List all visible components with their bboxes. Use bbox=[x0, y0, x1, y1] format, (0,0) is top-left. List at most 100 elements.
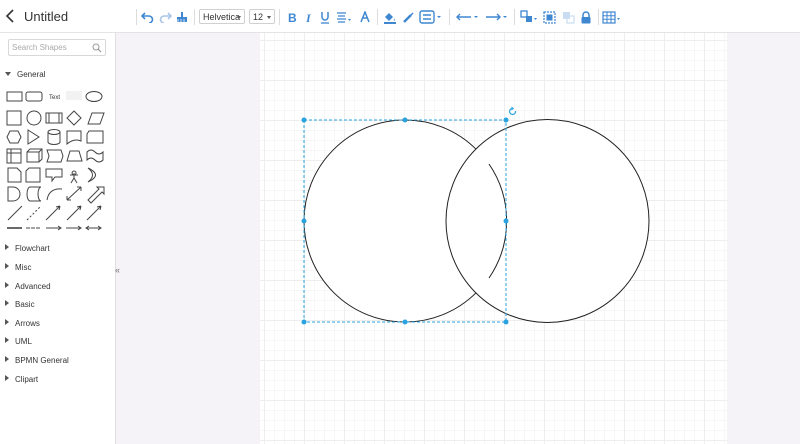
resize-handle-w[interactable] bbox=[301, 218, 307, 224]
arrow-end-icon[interactable] bbox=[484, 7, 508, 27]
line-style-icon[interactable] bbox=[419, 7, 443, 27]
palette-arrow[interactable] bbox=[45, 205, 61, 221]
bold-icon[interactable]: B bbox=[285, 7, 299, 27]
font-size-value: 12 bbox=[253, 12, 264, 22]
resize-handle-sw[interactable] bbox=[301, 319, 307, 325]
palette-dashed-line[interactable] bbox=[26, 205, 42, 221]
category-clipart[interactable]: Clipart bbox=[5, 375, 38, 384]
font-size-select[interactable]: 12 bbox=[249, 9, 275, 24]
search-placeholder: Search Shapes bbox=[12, 43, 67, 52]
palette-curve[interactable] bbox=[46, 188, 63, 201]
toolbar-divider bbox=[449, 9, 450, 25]
format-painter-icon[interactable] bbox=[175, 7, 189, 27]
palette-process[interactable] bbox=[45, 112, 63, 124]
palette-folded-card[interactable] bbox=[25, 167, 41, 183]
category-label: Clipart bbox=[15, 375, 39, 384]
resize-handle-n[interactable] bbox=[402, 117, 408, 123]
palette-arrow-3[interactable] bbox=[86, 205, 102, 221]
resize-handle-nw[interactable] bbox=[301, 117, 307, 123]
palette-step[interactable] bbox=[46, 149, 64, 163]
italic-icon[interactable]: I bbox=[302, 7, 316, 27]
palette-triangle[interactable] bbox=[27, 129, 40, 145]
palette-trapezoid[interactable] bbox=[66, 150, 83, 162]
palette-rounded-rectangle[interactable] bbox=[25, 91, 43, 102]
caret-down-icon bbox=[5, 72, 11, 76]
category-flowchart[interactable]: Flowchart bbox=[5, 244, 50, 253]
palette-cylinder[interactable] bbox=[47, 129, 61, 145]
palette-line[interactable] bbox=[7, 205, 23, 221]
palette-diamond[interactable] bbox=[66, 110, 82, 126]
caret-right-icon bbox=[5, 319, 9, 325]
palette-actor[interactable] bbox=[70, 170, 78, 184]
palette-ellipse[interactable] bbox=[85, 91, 103, 102]
resize-handle-se[interactable] bbox=[503, 319, 509, 325]
palette-note[interactable] bbox=[7, 167, 22, 183]
palette-connector[interactable] bbox=[46, 225, 62, 231]
palette-or-shape[interactable] bbox=[87, 167, 96, 183]
top-toolbar: Untitled Helvetica 12 B I bbox=[0, 0, 800, 33]
category-advanced[interactable]: Advanced bbox=[5, 282, 51, 291]
palette-bidirectional-arrow[interactable] bbox=[66, 186, 82, 201]
search-icon[interactable] bbox=[92, 43, 102, 53]
circle-shape[interactable] bbox=[445, 119, 650, 323]
group-icon[interactable] bbox=[542, 7, 556, 27]
palette-tape[interactable] bbox=[86, 149, 104, 163]
palette-circle[interactable] bbox=[26, 110, 42, 126]
undo-icon[interactable] bbox=[140, 7, 154, 27]
line-color-icon[interactable] bbox=[401, 7, 415, 27]
caret-right-icon bbox=[5, 244, 9, 250]
palette-process-bars[interactable] bbox=[48, 113, 60, 123]
palette-text[interactable]: Text bbox=[49, 95, 60, 101]
resize-handle-ne[interactable] bbox=[503, 117, 509, 123]
palette-hexagon[interactable] bbox=[6, 130, 22, 144]
collapse-sidebar-button[interactable]: « bbox=[115, 265, 120, 275]
redo-icon[interactable] bbox=[158, 7, 172, 27]
toolbar-divider bbox=[279, 9, 280, 25]
align-icon[interactable] bbox=[336, 7, 352, 27]
palette-connector-3[interactable] bbox=[85, 225, 102, 231]
palette-connector-2[interactable] bbox=[66, 225, 82, 231]
lock-icon[interactable] bbox=[579, 7, 593, 27]
category-label: Advanced bbox=[15, 282, 51, 291]
font-family-select[interactable]: Helvetica bbox=[199, 9, 245, 24]
palette-document[interactable] bbox=[66, 130, 82, 146]
font-color-icon[interactable] bbox=[358, 7, 372, 27]
arrow-start-icon[interactable] bbox=[455, 7, 479, 27]
category-misc[interactable]: Misc bbox=[5, 263, 31, 272]
palette-callout[interactable] bbox=[45, 168, 63, 183]
palette-rectangle[interactable] bbox=[6, 91, 23, 102]
resize-handle-e[interactable] bbox=[503, 218, 509, 224]
fill-color-icon[interactable] bbox=[382, 7, 398, 27]
shapes-sidebar: Search Shapes General Text Flowchart Mis… bbox=[0, 33, 116, 444]
document-title[interactable]: Untitled bbox=[24, 9, 68, 24]
category-basic[interactable]: Basic bbox=[5, 300, 35, 309]
palette-cube[interactable] bbox=[26, 148, 43, 163]
category-bpmn-general[interactable]: BPMN General bbox=[5, 356, 69, 365]
palette-square[interactable] bbox=[6, 110, 22, 126]
arrange-icon[interactable] bbox=[520, 7, 538, 27]
category-general[interactable]: General bbox=[5, 70, 45, 79]
caret-right-icon bbox=[5, 263, 9, 269]
palette-data-storage[interactable] bbox=[26, 186, 42, 202]
search-input[interactable]: Search Shapes bbox=[8, 39, 106, 56]
back-arrow-icon[interactable] bbox=[4, 7, 18, 25]
caret-right-icon bbox=[5, 300, 9, 306]
ungroup-icon[interactable] bbox=[561, 7, 575, 27]
resize-handle-s[interactable] bbox=[402, 319, 408, 325]
category-arrows[interactable]: Arrows bbox=[5, 319, 40, 328]
palette-delay[interactable] bbox=[7, 186, 21, 202]
svg-text:I: I bbox=[305, 11, 312, 23]
palette-parallelogram[interactable] bbox=[87, 112, 105, 125]
palette-internal-storage-lines[interactable] bbox=[7, 149, 21, 163]
underline-icon[interactable] bbox=[318, 7, 332, 27]
palette-heading[interactable] bbox=[66, 91, 82, 100]
category-uml[interactable]: UML bbox=[5, 337, 32, 346]
palette-block-arrow[interactable] bbox=[87, 186, 105, 204]
palette-arrow-2[interactable] bbox=[66, 205, 82, 221]
category-label: Basic bbox=[15, 300, 35, 309]
palette-card[interactable] bbox=[86, 130, 104, 144]
table-icon[interactable] bbox=[602, 7, 622, 27]
chevron-down-icon bbox=[267, 16, 271, 19]
toolbar-divider bbox=[194, 9, 195, 25]
palette-internal-storage[interactable] bbox=[6, 148, 22, 164]
